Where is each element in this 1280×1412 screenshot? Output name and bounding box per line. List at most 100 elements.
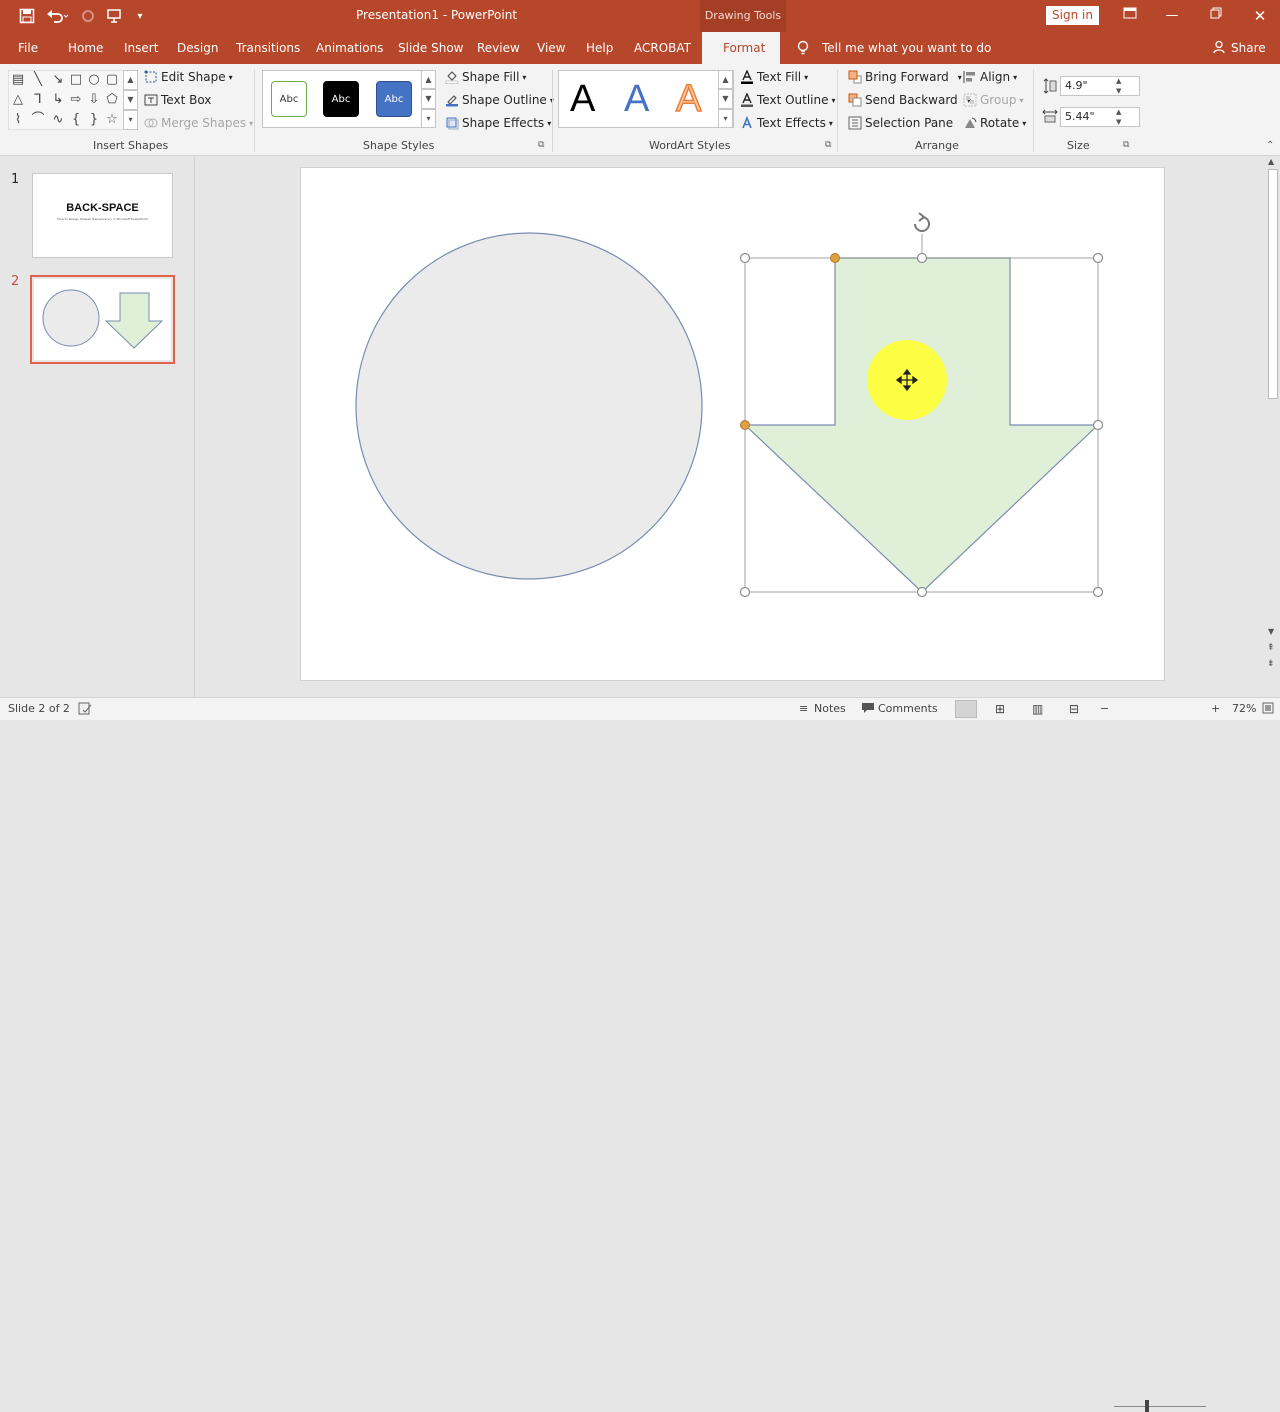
tab-home[interactable]: Home: [68, 41, 103, 55]
shape-style-preset-1[interactable]: Abc: [271, 81, 307, 117]
wordart-launcher-icon[interactable]: ⧉: [825, 140, 831, 150]
text-fill-button[interactable]: Text Fill ▾: [740, 69, 808, 84]
slide-sorter-icon[interactable]: ⊞: [995, 702, 1005, 716]
customize-qat-icon[interactable]: ▾: [132, 6, 148, 26]
text-outline-button[interactable]: Text Outline ▾: [740, 92, 836, 107]
send-backward-button[interactable]: Send Backward ▾: [848, 93, 971, 107]
arc-shape-icon[interactable]: ⌒: [30, 112, 46, 128]
bring-forward-button[interactable]: Bring Forward ▾: [848, 70, 962, 84]
normal-view-icon[interactable]: [955, 700, 977, 718]
tab-review[interactable]: Review: [477, 41, 520, 55]
vertical-scrollbar[interactable]: ▲ ▼ ⇞ ⇟: [1266, 157, 1280, 697]
adjustment-handles[interactable]: [740, 253, 840, 430]
scroll-down-icon[interactable]: ▼: [1268, 627, 1274, 636]
wordart-style-3[interactable]: A: [675, 77, 702, 121]
shape-style-preset-3[interactable]: Abc: [376, 81, 412, 117]
shape-width-input[interactable]: 5.44": [1060, 107, 1140, 127]
save-icon[interactable]: [16, 6, 38, 26]
right-arrow-shape-icon[interactable]: ⇨: [68, 92, 84, 108]
shapes-scroll-up-icon[interactable]: ▲: [123, 70, 138, 90]
undo-icon[interactable]: [44, 6, 72, 26]
tab-design[interactable]: Design: [177, 41, 218, 55]
sign-in-button[interactable]: Sign in: [1046, 6, 1099, 25]
spell-check-icon[interactable]: [78, 702, 92, 718]
shape-styles-more-icon[interactable]: ▾: [421, 109, 436, 128]
zoom-out-icon[interactable]: −: [1100, 702, 1109, 715]
tab-format[interactable]: Format: [723, 41, 765, 55]
freeform-shape-icon[interactable]: ⌇: [10, 112, 26, 128]
text-box-button[interactable]: Text Box: [144, 93, 211, 107]
scroll-thumb[interactable]: [1268, 169, 1278, 399]
minimize-icon[interactable]: —: [1162, 6, 1182, 26]
tab-acrobat[interactable]: ACROBAT: [634, 41, 691, 55]
previous-slide-icon[interactable]: ⇞: [1267, 643, 1275, 653]
slide-show-icon[interactable]: ⊟: [1069, 702, 1079, 716]
tab-file[interactable]: File: [18, 41, 38, 55]
tell-me-search[interactable]: Tell me what you want to do: [822, 41, 991, 55]
left-brace-shape-icon[interactable]: {: [68, 112, 84, 128]
rotate-handle-icon[interactable]: [913, 212, 931, 233]
wordart-style-2[interactable]: A: [624, 78, 649, 121]
circle-shape[interactable]: [355, 232, 703, 580]
rounded-rect-shape-icon[interactable]: ▢: [104, 72, 120, 88]
slide-thumbnail-1[interactable]: BACK-SPACE How to Design Shapes Transpar…: [32, 173, 173, 258]
curve-shape-icon[interactable]: ∿: [50, 112, 66, 128]
selection-pane-button[interactable]: Selection Pane: [848, 116, 953, 130]
right-brace-shape-icon[interactable]: }: [86, 112, 102, 128]
align-button[interactable]: Align ▾: [963, 70, 1017, 84]
scroll-up-icon[interactable]: ▲: [1268, 157, 1274, 166]
notes-button[interactable]: Notes: [814, 702, 846, 715]
elbow-connector-shape-icon[interactable]: ⅂: [30, 92, 46, 108]
tab-animations[interactable]: Animations: [316, 41, 383, 55]
wordart-scroll-down-icon[interactable]: ▼: [718, 89, 733, 109]
edit-shape-button[interactable]: Edit Shape ▾: [144, 70, 233, 84]
arrow-line-shape-icon[interactable]: ↘: [50, 72, 66, 88]
next-slide-icon[interactable]: ⇟: [1267, 659, 1275, 669]
shapes-more-icon[interactable]: ▾: [123, 110, 138, 130]
shape-height-input[interactable]: 4.9": [1060, 76, 1140, 96]
shape-styles-scroll-up-icon[interactable]: ▲: [421, 70, 436, 89]
shape-outline-button[interactable]: Shape Outline ▾: [445, 93, 554, 107]
shape-style-preset-2[interactable]: Abc: [323, 81, 359, 117]
redo-icon[interactable]: [78, 6, 98, 26]
zoom-slider-thumb[interactable]: [1145, 1400, 1149, 1412]
line-shape-icon[interactable]: ╲: [30, 72, 46, 88]
zoom-slider-track[interactable]: [1114, 1406, 1206, 1407]
share-button[interactable]: Share: [1231, 41, 1266, 55]
present-icon[interactable]: [104, 6, 126, 26]
shape-effects-button[interactable]: Shape Effects ▾: [445, 116, 551, 130]
comments-button[interactable]: Comments: [878, 702, 938, 715]
down-arrow-shape-icon[interactable]: ⇩: [86, 92, 102, 108]
rotate-button[interactable]: Rotate ▾: [963, 116, 1026, 130]
tab-help[interactable]: Help: [586, 41, 613, 55]
size-launcher-icon[interactable]: ⧉: [1123, 140, 1129, 150]
wordart-style-1[interactable]: A: [570, 78, 595, 121]
reading-view-icon[interactable]: ▥: [1032, 702, 1043, 716]
shape-fill-button[interactable]: Shape Fill ▾: [445, 70, 526, 84]
height-spinner-icon[interactable]: ▲ ▼: [1116, 76, 1121, 96]
zoom-in-icon[interactable]: +: [1211, 702, 1220, 715]
tab-insert[interactable]: Insert: [124, 41, 158, 55]
width-spinner-icon[interactable]: ▲ ▼: [1116, 107, 1121, 127]
pentagon-shape-icon[interactable]: ⬠: [104, 92, 120, 108]
text-effects-button[interactable]: Text Effects ▾: [740, 115, 833, 130]
tab-view[interactable]: View: [537, 41, 565, 55]
tab-slide-show[interactable]: Slide Show: [398, 41, 463, 55]
wordart-scroll-up-icon[interactable]: ▲: [718, 70, 733, 89]
text-box-shape-icon[interactable]: ▤: [10, 72, 26, 88]
close-icon[interactable]: ✕: [1250, 6, 1270, 26]
star-shape-icon[interactable]: ☆: [104, 112, 120, 128]
restore-icon[interactable]: [1206, 6, 1226, 26]
ribbon-display-icon[interactable]: [1120, 6, 1140, 26]
down-arrow-shape[interactable]: [743, 257, 1100, 593]
slide-canvas[interactable]: [300, 167, 1165, 681]
slide-thumbnail-2-selected[interactable]: [30, 275, 175, 364]
tab-transitions[interactable]: Transitions: [236, 41, 300, 55]
collapse-ribbon-icon[interactable]: ⌃: [1266, 140, 1274, 151]
zoom-level[interactable]: 72%: [1232, 702, 1256, 715]
wordart-more-icon[interactable]: ▾: [718, 109, 733, 128]
fit-slide-icon[interactable]: [1262, 702, 1274, 717]
triangle-shape-icon[interactable]: △: [10, 92, 26, 108]
shape-styles-scroll-down-icon[interactable]: ▼: [421, 89, 436, 109]
rectangle-shape-icon[interactable]: □: [68, 72, 84, 88]
